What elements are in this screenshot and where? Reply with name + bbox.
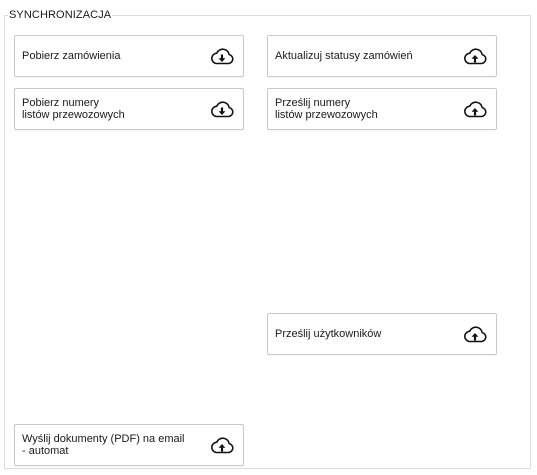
cloud-upload-icon	[464, 48, 487, 65]
cloud-upload-icon	[464, 101, 487, 118]
upload-waybill-numbers-button[interactable]: Prześlij numery listów przewozowych	[267, 88, 497, 130]
update-order-statuses-button[interactable]: Aktualizuj statusy zamówień	[267, 35, 497, 77]
download-orders-label: Pobierz zamówienia	[22, 50, 121, 62]
cloud-download-icon	[211, 101, 234, 118]
cloud-download-icon	[211, 48, 234, 65]
upload-waybill-numbers-label: Prześlij numery listów przewozowych	[275, 97, 378, 121]
download-waybill-numbers-label: Pobierz numery listów przewozowych	[22, 97, 125, 121]
synchronization-groupbox	[4, 15, 531, 469]
cloud-upload-icon	[211, 437, 234, 454]
upload-users-button[interactable]: Prześlij użytkowników	[267, 313, 497, 355]
update-order-statuses-label: Aktualizuj statusy zamówień	[275, 50, 413, 62]
send-pdf-documents-email-label: Wyślij dokumenty (PDF) na email - automa…	[22, 433, 185, 457]
download-orders-button[interactable]: Pobierz zamówienia	[14, 35, 244, 77]
cloud-upload-icon	[464, 326, 487, 343]
send-pdf-documents-email-button[interactable]: Wyślij dokumenty (PDF) na email - automa…	[14, 424, 244, 466]
download-waybill-numbers-button[interactable]: Pobierz numery listów przewozowych	[14, 88, 244, 130]
upload-users-label: Prześlij użytkowników	[275, 328, 382, 340]
section-title: SYNCHRONIZACJA	[8, 8, 113, 22]
